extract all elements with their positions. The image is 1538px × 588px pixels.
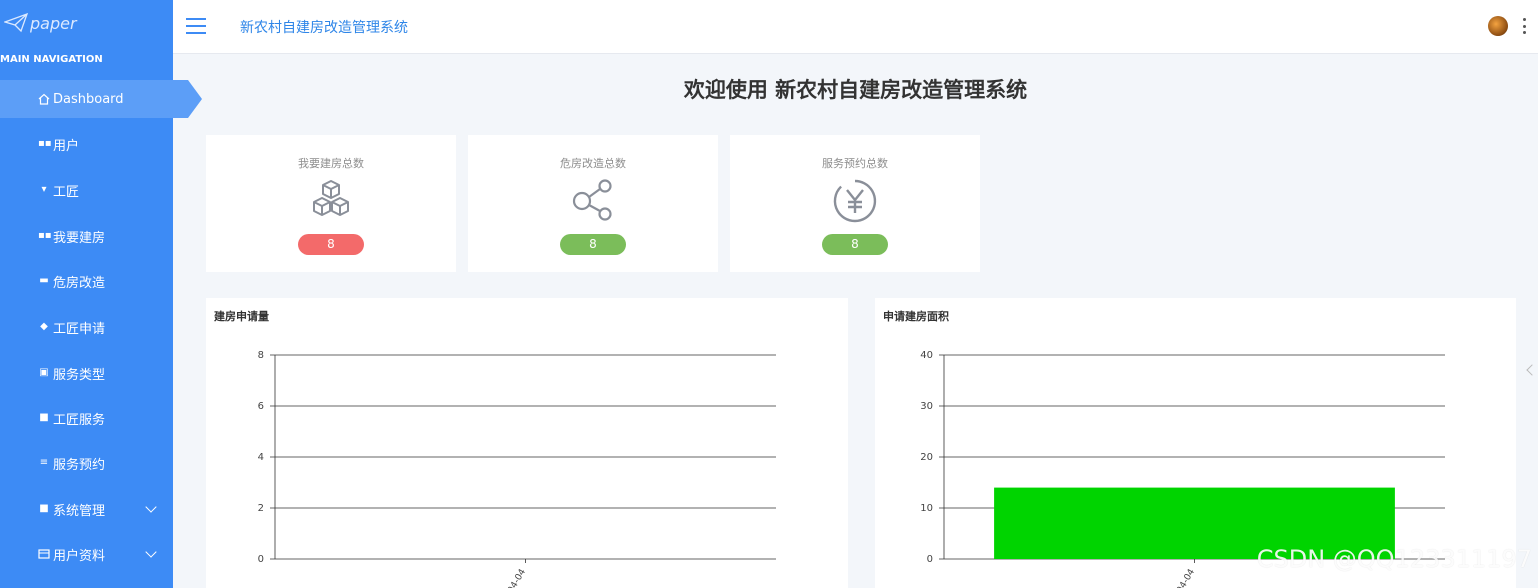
sidebar-item-users[interactable]: ▪▪ 用户	[0, 125, 173, 163]
app-title: 新农村自建房改造管理系统	[240, 20, 408, 36]
logo-text: paper	[30, 13, 77, 33]
avatar[interactable]	[1488, 16, 1508, 36]
flag-icon: ▾	[41, 184, 47, 195]
sidebar-item-label: 用户	[53, 138, 80, 154]
sidebar-item-dangerous-house[interactable]: ▬ 危房改造	[0, 262, 173, 300]
chevron-down-icon	[145, 546, 157, 558]
stat-card-build-house: 我要建房总数 8	[206, 135, 456, 272]
sidebar-item-service-booking[interactable]: ≡ 服务预约	[0, 444, 173, 482]
sidebar-item-label: 危房改造	[53, 275, 106, 291]
sidebar-item-build-house[interactable]: ▪▪ 我要建房	[0, 217, 173, 255]
sidebar-item-craftsman-service[interactable]: ■ 工匠服务	[0, 399, 173, 437]
envelope-icon: ▬	[39, 275, 49, 286]
sidebar-item-label: 工匠申请	[53, 321, 106, 337]
sidebar-item-dashboard[interactable]: Dashboard	[0, 80, 202, 118]
y-tick-label: 4	[258, 452, 264, 463]
y-tick-label: 6	[258, 401, 264, 412]
chart-build-applications: 0 2 4 6 8 04-04	[258, 350, 776, 588]
stat-card-dangerous-house: 危房改造总数 8	[468, 135, 718, 272]
share-icon	[572, 179, 612, 221]
sidebar-item-label: 服务类型	[53, 367, 106, 383]
sidebar-item-label: 服务预约	[53, 457, 106, 473]
home-icon	[38, 93, 50, 105]
y-tick-label: 10	[920, 503, 933, 514]
comment-icon: ■	[39, 503, 49, 514]
logo[interactable]: paper	[4, 8, 77, 38]
sidebar-item-label: Dashboard	[53, 91, 124, 107]
y-tick-label: 0	[927, 554, 933, 565]
watermark: CSDN @QQ123311197	[1256, 545, 1532, 573]
clipboard-icon: ▣	[39, 367, 49, 378]
chevron-down-icon	[145, 501, 157, 513]
sidebar-item-craftsman-application[interactable]: ◆ 工匠申请	[0, 308, 173, 346]
sidebar-item-label: 工匠	[53, 184, 80, 200]
grid-icon: ▪▪	[38, 230, 52, 241]
sidebar: paper MAIN NAVIGATION Dashboard ▪▪ 用户 ▾ …	[0, 0, 202, 588]
y-tick-label: 20	[920, 452, 933, 463]
sidebar-item-system-management[interactable]: ■ 系统管理	[0, 490, 173, 528]
cubes-icon	[313, 180, 349, 216]
sliders-icon: ≡	[39, 457, 49, 468]
stat-card-value: 8	[822, 234, 888, 255]
page-title: 欢迎使用 新农村自建房改造管理系统	[683, 78, 1028, 102]
y-tick-label: 8	[258, 350, 264, 361]
sidebar-item-label: 工匠服务	[53, 412, 106, 428]
comment-icon: ■	[39, 412, 49, 423]
stat-card-value: 8	[298, 234, 364, 255]
more-options-icon[interactable]	[1522, 18, 1526, 34]
stat-card-title: 危房改造总数	[560, 157, 626, 170]
y-tick-label: 40	[920, 350, 933, 361]
top-bar: 新农村自建房改造管理系统	[173, 0, 1538, 54]
grid-icon: ▪▪	[38, 138, 52, 149]
paper-plane-icon	[4, 13, 28, 33]
y-tick-label: 30	[920, 401, 933, 412]
stat-card-value: 8	[560, 234, 626, 255]
sidebar-item-label: 我要建房	[53, 230, 106, 246]
stat-card-title: 我要建房总数	[298, 157, 364, 170]
id-card-icon	[38, 549, 50, 559]
sidebar-item-craftsman[interactable]: ▾ 工匠	[0, 171, 173, 209]
x-tick-label: 04-04	[506, 567, 528, 588]
sidebar-item-label: 用户资料	[53, 548, 106, 564]
stat-card-title: 服务预约总数	[822, 157, 888, 170]
cube-icon: ◆	[40, 321, 48, 332]
x-tick-label: 24-04-04	[1168, 567, 1197, 588]
nav-header: MAIN NAVIGATION	[0, 54, 103, 65]
yen-icon	[833, 179, 877, 223]
chart-panel-build-applications: 建房申请量 0 2 4 6 8 04-04	[206, 298, 848, 588]
y-tick-label: 2	[258, 503, 264, 514]
hamburger-menu-icon[interactable]	[186, 18, 206, 34]
sidebar-item-user-profile[interactable]: 用户资料	[0, 535, 173, 573]
chevron-left-icon[interactable]	[1526, 364, 1538, 376]
stat-card-service-booking: 服务预约总数 8	[730, 135, 980, 272]
sidebar-item-label: 系统管理	[53, 503, 106, 519]
y-tick-label: 0	[258, 554, 264, 565]
sidebar-item-service-type[interactable]: ▣ 服务类型	[0, 354, 173, 392]
